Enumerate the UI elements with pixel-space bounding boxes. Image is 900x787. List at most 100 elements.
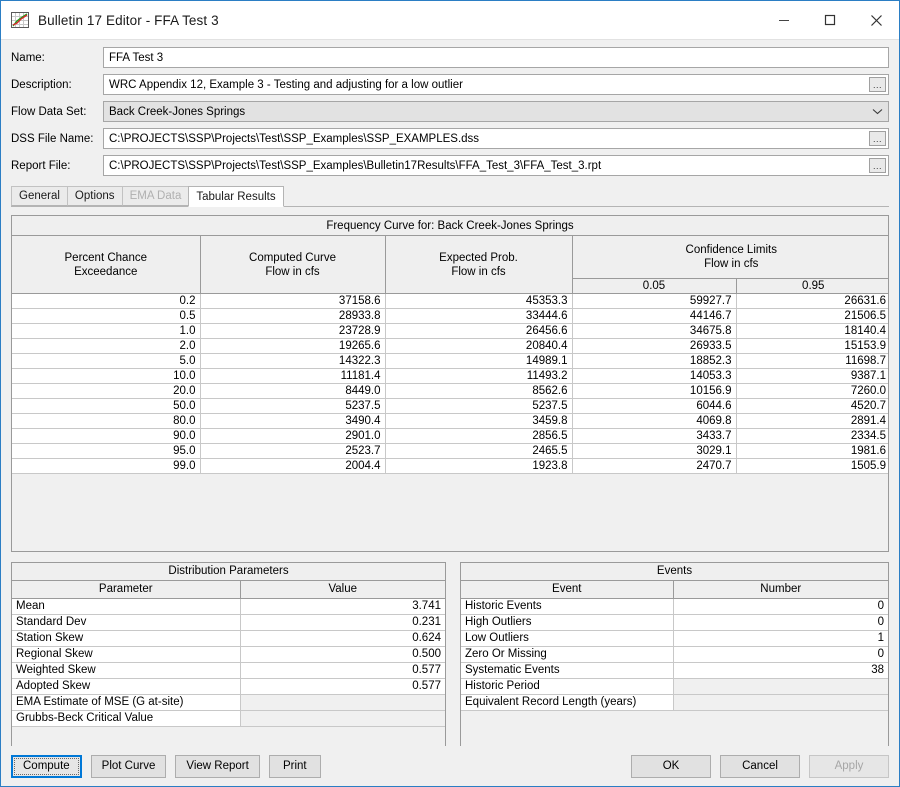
frequency-curve-head: Percent Chance Exceedance Computed Curve… [12, 236, 888, 294]
col-computed-curve[interactable]: Computed Curve Flow in cfs [200, 236, 386, 294]
table-row[interactable]: Historic Period [461, 678, 888, 695]
dss-file-browse-button[interactable]: ... [869, 131, 886, 146]
cell-expected: 11493.2 [385, 368, 573, 384]
table-row[interactable]: Regional Skew 0.500 [12, 646, 445, 663]
compute-button[interactable]: Compute [11, 754, 82, 778]
cell-expected: 14989.1 [385, 353, 573, 369]
table-row[interactable]: 0.5 28933.8 33444.6 44146.7 21506.5 [12, 308, 888, 324]
column-header-row: Parameter Value [12, 580, 445, 599]
param-name: Mean [12, 598, 241, 615]
table-row[interactable]: Systematic Events 38 [461, 662, 888, 679]
col-percent-chance-line2: Exceedance [74, 265, 138, 278]
tab-general[interactable]: General [11, 186, 67, 206]
ok-button[interactable]: OK [631, 754, 711, 778]
cell-cl95: 2334.5 [736, 428, 888, 444]
cell-computed: 11181.4 [200, 368, 386, 384]
cell-cl95: 4520.7 [736, 398, 888, 414]
col-expected-prob[interactable]: Expected Prob. Flow in cfs [385, 236, 573, 294]
table-row[interactable]: Zero Or Missing 0 [461, 646, 888, 663]
dss-file-name-label: DSS File Name: [11, 132, 94, 145]
flow-data-set-dropdown[interactable]: Back Creek-Jones Springs [103, 101, 889, 122]
table-row[interactable]: 99.0 2004.4 1923.8 2470.7 1505.9 [12, 458, 888, 474]
frequency-table-empty-area [12, 474, 888, 551]
table-row[interactable]: Historic Events 0 [461, 598, 888, 615]
col-confidence-line2: Flow in cfs [704, 258, 759, 270]
table-row[interactable]: Standard Dev 0.231 [12, 614, 445, 631]
cell-computed: 2901.0 [200, 428, 386, 444]
minimize-button[interactable] [761, 1, 807, 39]
form-row-name: Name: FFA Test 3 [11, 47, 889, 68]
report-file-field[interactable]: C:\PROJECTS\SSP\Projects\Test\SSP_Exampl… [103, 155, 889, 176]
distribution-parameters-title: Distribution Parameters [12, 563, 445, 581]
col-number[interactable]: Number [673, 580, 888, 599]
table-row[interactable]: 80.0 3490.4 3459.8 4069.8 2891.4 [12, 413, 888, 429]
plot-curve-button-label: Plot Curve [101, 760, 156, 772]
param-name: Station Skew [12, 630, 241, 647]
col-value[interactable]: Value [240, 580, 445, 599]
cell-expected: 8562.6 [385, 383, 573, 399]
compute-button-label: Compute [23, 760, 70, 772]
report-file-browse-button[interactable]: ... [869, 158, 886, 173]
col-confidence-0-05[interactable]: 0.05 [572, 278, 737, 294]
event-value: 0 [673, 598, 888, 615]
cell-cl95: 26631.6 [736, 293, 888, 309]
cell-computed: 14322.3 [200, 353, 386, 369]
print-button[interactable]: Print [268, 754, 321, 778]
col-percent-chance-exceedance[interactable]: Percent Chance Exceedance [12, 236, 201, 294]
cell-computed: 2523.7 [200, 443, 386, 459]
table-row[interactable]: 90.0 2901.0 2856.5 3433.7 2334.5 [12, 428, 888, 444]
param-name: Standard Dev [12, 614, 241, 631]
table-row[interactable]: Weighted Skew 0.577 [12, 662, 445, 679]
dss-file-name-field[interactable]: C:\PROJECTS\SSP\Projects\Test\SSP_Exampl… [103, 128, 889, 149]
col-confidence-limits[interactable]: Confidence Limits Flow in cfs [572, 236, 888, 279]
cell-percent: 5.0 [12, 353, 201, 369]
table-row[interactable]: Station Skew 0.624 [12, 630, 445, 647]
description-browse-button[interactable]: ... [869, 77, 886, 92]
view-report-button[interactable]: View Report [175, 754, 260, 778]
table-row[interactable]: EMA Estimate of MSE (G at-site) [12, 694, 445, 711]
param-name: Adopted Skew [12, 678, 241, 695]
table-row[interactable]: 95.0 2523.7 2465.5 3029.1 1981.6 [12, 443, 888, 459]
form-area: Name: FFA Test 3 Description: WRC Append… [1, 40, 899, 182]
col-computed-line1: Computed Curve [249, 251, 336, 264]
action-buttons-right: OK Cancel Apply [622, 754, 889, 778]
table-row[interactable]: 20.0 8449.0 8562.6 10156.9 7260.0 [12, 383, 888, 399]
maximize-button[interactable] [807, 1, 853, 39]
form-row-description: Description: WRC Appendix 12, Example 3 … [11, 74, 889, 95]
cancel-button[interactable]: Cancel [720, 754, 800, 778]
col-parameter[interactable]: Parameter [12, 580, 241, 599]
plot-curve-button[interactable]: Plot Curve [90, 754, 167, 778]
table-row[interactable]: 50.0 5237.5 5237.5 6044.6 4520.7 [12, 398, 888, 414]
tab-tabular-results[interactable]: Tabular Results [188, 186, 284, 207]
event-value [673, 694, 888, 711]
cell-computed: 8449.0 [200, 383, 386, 399]
col-confidence-0-95[interactable]: 0.95 [736, 278, 888, 294]
col-event[interactable]: Event [461, 580, 674, 599]
table-row[interactable]: 10.0 11181.4 11493.2 14053.3 9387.1 [12, 368, 888, 384]
event-value: 38 [673, 662, 888, 679]
table-row[interactable]: Adopted Skew 0.577 [12, 678, 445, 695]
table-row[interactable]: 2.0 19265.6 20840.4 26933.5 15153.9 [12, 338, 888, 354]
table-row[interactable]: 0.2 37158.6 45353.3 59927.7 26631.6 [12, 293, 888, 309]
form-row-report-file: Report File: C:\PROJECTS\SSP\Projects\Te… [11, 155, 889, 176]
table-row[interactable]: Grubbs-Beck Critical Value [12, 710, 445, 727]
events-title: Events [461, 563, 888, 581]
cell-cl05: 10156.9 [572, 383, 737, 399]
param-name: Weighted Skew [12, 662, 241, 679]
close-button[interactable] [853, 1, 899, 39]
table-row[interactable]: 1.0 23728.9 26456.6 34675.8 18140.4 [12, 323, 888, 339]
name-field[interactable]: FFA Test 3 [103, 47, 889, 68]
cell-percent: 20.0 [12, 383, 201, 399]
cell-computed: 23728.9 [200, 323, 386, 339]
frequency-curve-body: 0.2 37158.6 45353.3 59927.7 26631.6 0.5 28933… [12, 293, 888, 474]
cell-computed: 5237.5 [200, 398, 386, 414]
table-row[interactable]: Low Outliers 1 [461, 630, 888, 647]
cell-cl05: 3029.1 [572, 443, 737, 459]
table-row[interactable]: Equivalent Record Length (years) [461, 694, 888, 711]
col-expected-line1: Expected Prob. [439, 251, 518, 264]
description-field[interactable]: WRC Appendix 12, Example 3 - Testing and… [103, 74, 889, 95]
table-row[interactable]: Mean 3.741 [12, 598, 445, 615]
table-row[interactable]: High Outliers 0 [461, 614, 888, 631]
tab-options[interactable]: Options [66, 186, 122, 206]
table-row[interactable]: 5.0 14322.3 14989.1 18852.3 11698.7 [12, 353, 888, 369]
